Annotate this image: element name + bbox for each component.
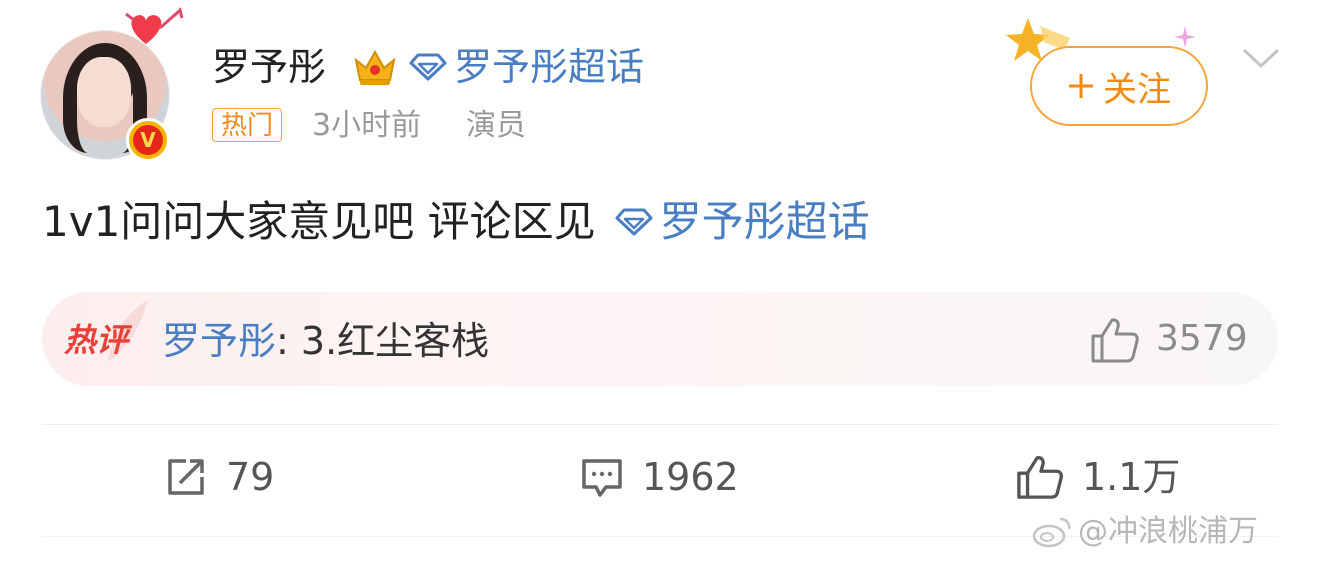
like-button[interactable]: 1.1万 (1016, 452, 1180, 502)
user-role: 演员 (466, 108, 526, 143)
diamond-icon (409, 53, 447, 81)
comment-count: 1962 (642, 455, 739, 499)
hot-comment-user[interactable]: 罗予彤 (162, 319, 276, 363)
hot-comment-like-count: 3579 (1156, 318, 1248, 359)
follow-button[interactable]: 关注 (1030, 46, 1208, 126)
header-supertopic-label: 罗予彤超话 (454, 45, 645, 89)
divider (42, 424, 1278, 425)
hot-comment-body: 3.红尘客栈 (300, 319, 490, 363)
hot-comment-separator: : (276, 319, 301, 363)
diamond-icon (615, 208, 653, 236)
hot-comment-label: 热评 (64, 321, 129, 359)
sparkle-icon (1174, 26, 1196, 48)
post-supertopic-link[interactable]: 罗予彤超话 (614, 194, 870, 250)
heart-arrow-icon (125, 7, 184, 44)
post-time: 3小时前 (312, 108, 422, 143)
crown-icon (354, 49, 396, 85)
comment-button[interactable]: 1962 (580, 452, 739, 502)
follow-label: 关注 (1103, 69, 1171, 110)
verified-v-icon: V (126, 118, 170, 162)
repost-button[interactable]: 79 (164, 452, 274, 502)
hot-comment-text: 罗予彤: 3.红尘客栈 (162, 314, 489, 368)
repost-icon (168, 459, 204, 495)
chevron-down-icon[interactable] (1240, 44, 1282, 72)
repost-count: 79 (226, 455, 275, 499)
header-supertopic-link[interactable]: 罗予彤超话 (408, 40, 644, 94)
post-supertopic-label: 罗予彤超话 (659, 197, 870, 246)
comment-icon (582, 459, 622, 497)
like-count: 1.1万 (1082, 455, 1181, 499)
watermark: @冲浪桃浦万 (1032, 512, 1258, 552)
avatar-face (77, 57, 131, 127)
post-content: 1v1问问大家意见吧 评论区见 罗予彤超话 (42, 194, 870, 250)
weibo-logo-icon (1032, 517, 1071, 548)
thumb-up-icon[interactable] (1090, 316, 1140, 364)
verified-v-mark: V (133, 125, 163, 155)
post-text: 1v1问问大家意见吧 评论区见 (42, 197, 596, 246)
plus-icon (1069, 74, 1093, 98)
thumb-up-icon (1017, 456, 1063, 499)
watermark-text: @冲浪桃浦万 (1078, 514, 1258, 549)
hot-badge: 热门 (212, 108, 283, 142)
username[interactable]: 罗予彤 (212, 40, 326, 94)
